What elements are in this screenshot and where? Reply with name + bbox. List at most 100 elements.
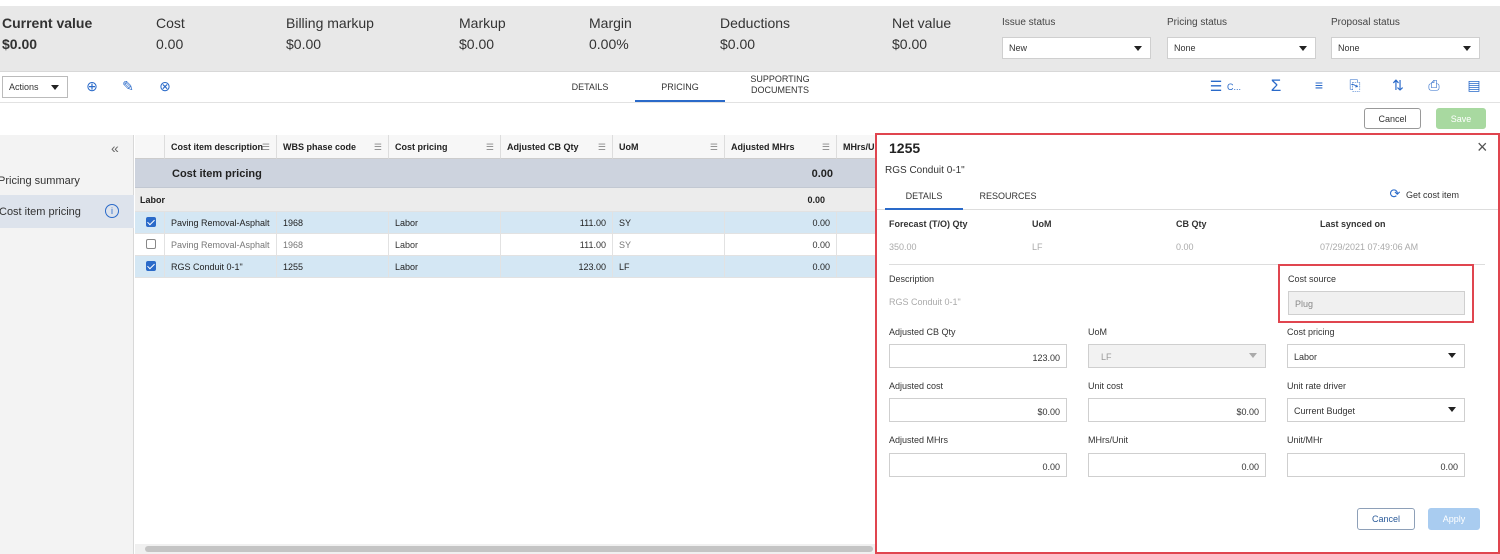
unit-mhr-label: Unit/MHr xyxy=(1287,435,1323,445)
row-wbs: 1968 xyxy=(277,212,389,234)
row-checkbox[interactable] xyxy=(146,261,156,271)
row-description: Paving Removal-Asphalt xyxy=(165,234,277,256)
cost-pricing-select[interactable]: Labor xyxy=(1287,344,1465,368)
close-icon[interactable]: × xyxy=(1477,137,1488,158)
columns-short-label[interactable]: C... xyxy=(1227,82,1241,92)
pricing-status-label: Pricing status xyxy=(1167,17,1228,28)
scrollbar-thumb[interactable] xyxy=(145,546,873,552)
adjusted-cb-qty-input[interactable]: 123.00 xyxy=(889,344,1067,368)
column-header-adjusted-mhrs[interactable]: Adjusted MHrs ☰ xyxy=(725,135,837,159)
table-row[interactable]: RGS Conduit 0-1" 1255 Labor 123.00 LF 0.… xyxy=(135,256,875,278)
nav-item-pricing-summary[interactable]: Pricing summary xyxy=(0,164,134,197)
issue-status-select[interactable]: New xyxy=(1002,37,1151,59)
filter-icon[interactable]: ☰ xyxy=(374,142,382,153)
markup-value: $0.00 xyxy=(459,36,495,52)
collapse-icon[interactable]: « xyxy=(111,140,119,156)
unit-cost-input[interactable]: $0.00 xyxy=(1088,398,1266,422)
net-value-label: Net value xyxy=(892,15,952,31)
column-header-description[interactable]: Cost item description ☰ xyxy=(165,135,277,159)
panel-title: 1255 xyxy=(889,140,921,156)
forecast-label: Forecast (T/O) Qty xyxy=(889,219,968,229)
save-button[interactable]: Save xyxy=(1436,108,1486,129)
cancel-circle-icon[interactable]: ⊗ xyxy=(156,78,174,95)
row-checkbox[interactable] xyxy=(146,239,156,249)
sort-icon[interactable]: ⇅ xyxy=(1390,77,1406,94)
column-header-adjusted-cb-qty[interactable]: Adjusted CB Qty ☰ xyxy=(501,135,613,159)
comments-icon[interactable]: ▤ xyxy=(1466,77,1482,94)
margin-value: 0.00% xyxy=(589,36,629,52)
panel-tab-resources[interactable]: RESOURCES xyxy=(973,191,1043,210)
add-document-icon[interactable]: ⎘ xyxy=(1347,77,1363,94)
row-wbs: 1255 xyxy=(277,256,389,278)
nav-item-cost-item-pricing[interactable]: Cost item pricing i xyxy=(0,195,134,228)
adjusted-cost-input[interactable]: $0.00 xyxy=(889,398,1067,422)
row-mhrs: 0.00 xyxy=(725,256,837,278)
tab-pricing[interactable]: PRICING xyxy=(635,82,725,102)
billing-markup-value: $0.00 xyxy=(286,36,322,52)
filter-icon[interactable]: ☰ xyxy=(486,142,494,153)
column-header-uom[interactable]: UoM ☰ xyxy=(613,135,725,159)
horizontal-scrollbar[interactable] xyxy=(135,544,875,554)
row-qty: 123.00 xyxy=(501,256,613,278)
row-uom: SY xyxy=(613,212,725,234)
add-icon[interactable]: ⊕ xyxy=(83,78,101,95)
panel-cancel-button[interactable]: Cancel xyxy=(1357,508,1415,530)
column-header-mhrs-unit[interactable]: MHrs/U xyxy=(837,135,875,159)
unit-cost-label: Unit cost xyxy=(1088,381,1124,391)
get-cost-item-link[interactable]: Get cost item xyxy=(1406,190,1459,200)
billing-markup-label: Billing markup xyxy=(286,15,374,31)
cost-source-label: Cost source xyxy=(1288,274,1337,284)
mhrs-unit-input[interactable]: 0.00 xyxy=(1088,453,1266,477)
info-uom-label: UoM xyxy=(1032,219,1052,229)
table-row[interactable]: Paving Removal-Asphalt 1968 Labor 111.00… xyxy=(135,234,875,256)
panel-tab-details[interactable]: DETAILS xyxy=(885,191,963,210)
chevron-down-icon xyxy=(1134,46,1142,51)
group-row-labor[interactable]: Labor 0.00 xyxy=(135,188,875,212)
unit-mhr-input[interactable]: 0.00 xyxy=(1287,453,1465,477)
row-qty: 111.00 xyxy=(501,212,613,234)
group-label: Labor xyxy=(140,195,166,205)
export-document-icon[interactable]: ⎙ xyxy=(1426,77,1442,94)
unit-rate-driver-select[interactable]: Current Budget xyxy=(1287,398,1465,422)
rows-icon[interactable]: ≡ xyxy=(1310,77,1328,93)
actions-dropdown[interactable]: Actions xyxy=(2,76,68,98)
adjusted-mhrs-input[interactable]: 0.00 xyxy=(889,453,1067,477)
tab-supporting-documents[interactable]: SUPPORTING DOCUMENTS xyxy=(742,74,818,100)
row-uom: SY xyxy=(613,234,725,256)
apply-button[interactable]: Apply xyxy=(1428,508,1480,530)
row-description: RGS Conduit 0-1" xyxy=(165,256,277,278)
row-cost-pricing: Labor xyxy=(389,212,501,234)
filter-icon[interactable]: ☰ xyxy=(1208,78,1224,95)
column-header-cost-pricing[interactable]: Cost pricing ☰ xyxy=(389,135,501,159)
info-icon[interactable]: i xyxy=(105,204,119,218)
refresh-icon[interactable]: ⟳ xyxy=(1388,186,1402,202)
mhrs-unit-label: MHrs/Unit xyxy=(1088,435,1128,445)
table-row[interactable]: Paving Removal-Asphalt 1968 Labor 111.00… xyxy=(135,212,875,234)
panel-tabs-divider xyxy=(877,209,1498,210)
section-total: 0.00 xyxy=(811,168,833,180)
margin-label: Margin xyxy=(589,15,632,31)
last-synced-value: 07/29/2021 07:49:06 AM xyxy=(1320,242,1419,252)
tab-details[interactable]: DETAILS xyxy=(560,82,620,102)
current-value: $0.00 xyxy=(2,36,38,52)
row-checkbox[interactable] xyxy=(146,217,156,227)
filter-icon[interactable]: ☰ xyxy=(822,142,830,153)
edit-icon[interactable]: ✎ xyxy=(119,78,137,95)
select-column-header[interactable] xyxy=(135,135,165,159)
left-navigation: « Pricing summary Cost item pricing i xyxy=(0,135,134,554)
chevron-down-icon xyxy=(1299,46,1307,51)
row-qty: 111.00 xyxy=(501,234,613,256)
pricing-status-select[interactable]: None xyxy=(1167,37,1316,59)
filter-icon[interactable]: ☰ xyxy=(598,142,606,153)
filter-icon[interactable]: ☰ xyxy=(262,142,270,153)
sum-icon[interactable]: Σ xyxy=(1267,76,1285,96)
row-cost-pricing: Labor xyxy=(389,234,501,256)
column-header-wbs[interactable]: WBS phase code ☰ xyxy=(277,135,389,159)
cost-source-highlight: Cost source Plug xyxy=(1278,264,1474,323)
row-description: Paving Removal-Asphalt xyxy=(165,212,277,234)
proposal-status-select[interactable]: None xyxy=(1331,37,1480,59)
cancel-button[interactable]: Cancel xyxy=(1364,108,1421,129)
chevron-down-icon xyxy=(1448,353,1456,358)
row-mhrs: 0.00 xyxy=(725,212,837,234)
filter-icon[interactable]: ☰ xyxy=(710,142,718,153)
